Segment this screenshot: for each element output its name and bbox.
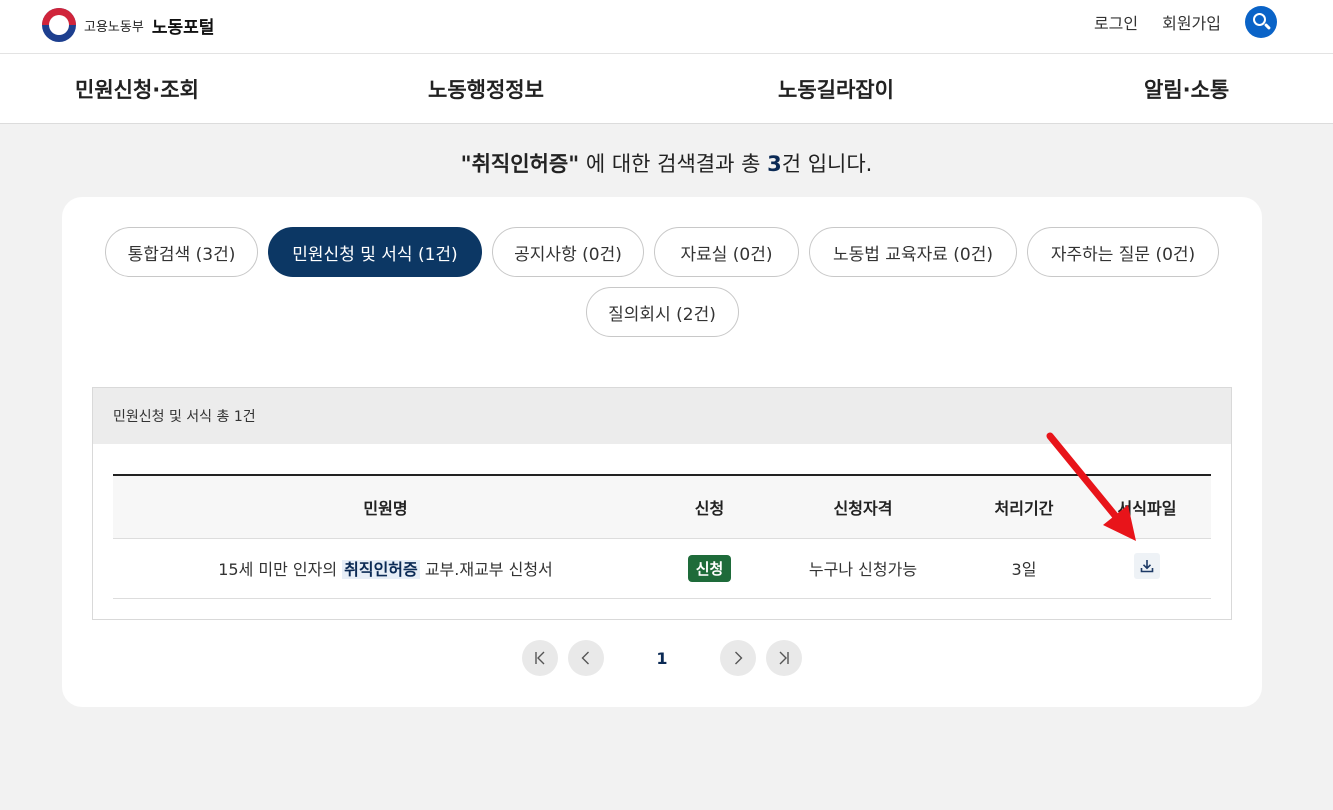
- col-header-period: 처리기간: [965, 474, 1083, 539]
- nav-item-civil-petition[interactable]: 민원신청·조회: [75, 74, 199, 104]
- prev-page-button[interactable]: [568, 640, 604, 676]
- first-page-button[interactable]: [522, 640, 558, 676]
- main-navigation: 민원신청·조회 노동행정정보 노동길라잡이 알림·소통: [0, 54, 1333, 124]
- next-page-button[interactable]: [720, 640, 756, 676]
- quote-open: ": [460, 152, 472, 176]
- apply-cell: 신청: [658, 538, 761, 599]
- download-button[interactable]: [1134, 553, 1160, 579]
- civil-forms-section: 민원신청 및 서식 총 1건 민원명 신청 신청자격 처리기간 서식파일 15세…: [92, 387, 1232, 620]
- last-page-icon: [779, 651, 789, 665]
- section-title: 민원신청 및 서식 총 1건: [93, 388, 1231, 444]
- tab-civil-forms[interactable]: 민원신청 및 서식 (1건): [268, 227, 482, 277]
- results-table: 민원명 신청 신청자격 처리기간 서식파일 15세 미만 인자의 취직인허증 교…: [113, 474, 1211, 599]
- tab-inquiry-replies[interactable]: 질의회시 (2건): [585, 287, 739, 337]
- col-header-qualification: 신청자격: [761, 474, 965, 539]
- table-header-row: 민원명 신청 신청자격 처리기간 서식파일: [113, 474, 1211, 539]
- search-results-card: 통합검색 (3건) 민원신청 및 서식 (1건) 공지사항 (0건) 자료실 (…: [62, 197, 1262, 707]
- tab-labor-law-education[interactable]: 노동법 교육자료 (0건): [809, 227, 1017, 277]
- site-header: 고용노동부 노동포털 로그인 회원가입: [0, 0, 1333, 54]
- government-emblem-icon: [42, 8, 76, 42]
- table-row: 15세 미만 인자의 취직인허증 교부.재교부 신청서 신청 누구나 신청가능 …: [113, 538, 1211, 599]
- nav-item-labor-guide[interactable]: 노동길라잡이: [778, 74, 894, 104]
- nav-item-labor-admin-info[interactable]: 노동행정정보: [428, 74, 544, 104]
- first-page-icon: [535, 651, 545, 665]
- col-header-apply: 신청: [658, 474, 761, 539]
- col-header-form-file: 서식파일: [1083, 474, 1211, 539]
- tab-notices[interactable]: 공지사항 (0건): [492, 227, 644, 277]
- download-icon: [1140, 560, 1154, 573]
- col-header-petition-name: 민원명: [113, 474, 658, 539]
- summary-suffix: 건 입니다.: [781, 152, 873, 176]
- login-link[interactable]: 로그인: [1094, 10, 1138, 34]
- tab-integrated-search[interactable]: 통합검색 (3건): [105, 227, 258, 277]
- pagination: 1: [62, 640, 1262, 676]
- search-keyword: 취직인허증: [471, 152, 569, 176]
- site-logo[interactable]: 고용노동부 노동포털: [42, 8, 214, 42]
- page-number-current[interactable]: 1: [632, 640, 692, 676]
- result-count: 3: [767, 152, 782, 176]
- summary-text: 에 대한 검색결과 총: [579, 152, 768, 176]
- period-cell: 3일: [965, 538, 1083, 599]
- utility-links: 로그인 회원가입: [1094, 6, 1277, 38]
- category-tabs: 통합검색 (3건) 민원신청 및 서식 (1건) 공지사항 (0건) 자료실 (…: [62, 227, 1262, 337]
- chevron-left-icon: [581, 651, 589, 665]
- ministry-name: 고용노동부: [84, 19, 144, 35]
- qualification-cell: 누구나 신청가능: [761, 538, 965, 599]
- apply-button[interactable]: 신청: [687, 554, 732, 582]
- petition-name-prefix: 15세 미만 인자의: [218, 560, 343, 579]
- nav-item-notice-communication[interactable]: 알림·소통: [1144, 74, 1229, 104]
- portal-name: 노동포털: [151, 17, 215, 38]
- search-button[interactable]: [1245, 6, 1277, 38]
- keyword-highlight: 취직인허증: [342, 560, 420, 579]
- signup-link[interactable]: 회원가입: [1162, 10, 1221, 34]
- search-result-summary: "취직인허증" 에 대한 검색결과 총 3건 입니다.: [0, 148, 1333, 178]
- petition-name-suffix: 교부.재교부 신청서: [419, 560, 553, 579]
- tab-archive[interactable]: 자료실 (0건): [654, 227, 799, 277]
- form-file-cell: [1083, 538, 1211, 599]
- petition-name-cell[interactable]: 15세 미만 인자의 취직인허증 교부.재교부 신청서: [113, 538, 658, 599]
- quote-close: ": [568, 152, 580, 176]
- chevron-right-icon: [735, 651, 743, 665]
- tab-faq[interactable]: 자주하는 질문 (0건): [1027, 227, 1219, 277]
- last-page-button[interactable]: [766, 640, 802, 676]
